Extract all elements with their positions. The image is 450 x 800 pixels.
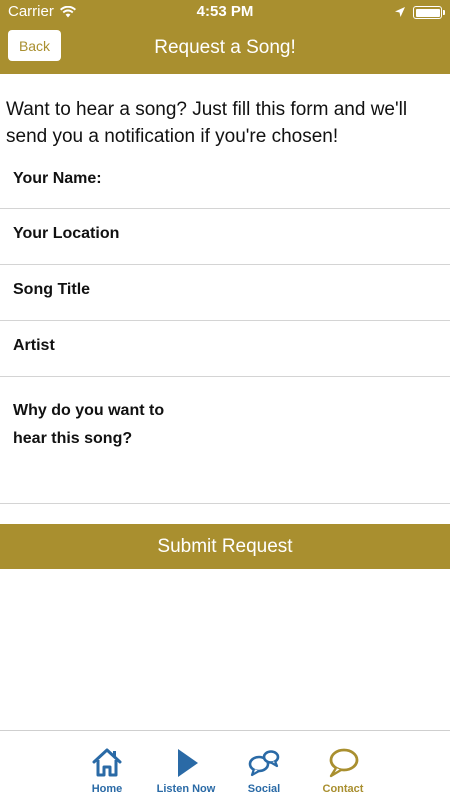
page-title: Request a Song! xyxy=(154,37,296,58)
name-field-label: Your Name: xyxy=(13,170,102,187)
tab-bar: Home Listen Now Social Contact xyxy=(0,730,450,800)
location-field-label: Your Location xyxy=(13,225,120,242)
tab-home[interactable]: Home xyxy=(67,731,147,800)
status-time: 4:53 PM xyxy=(196,3,254,20)
tab-listen-now[interactable]: Listen Now xyxy=(146,731,226,800)
tab-contact[interactable]: Contact xyxy=(303,731,383,800)
location-arrow-icon xyxy=(394,5,406,22)
tab-social[interactable]: Social xyxy=(224,731,304,800)
intro-text: Want to hear a song? Just fill this form… xyxy=(6,99,408,147)
song-title-field[interactable]: Song Title xyxy=(0,265,450,321)
tab-listen-now-label: Listen Now xyxy=(156,783,216,795)
name-field[interactable]: Your Name: xyxy=(0,152,450,209)
location-field[interactable]: Your Location xyxy=(0,209,450,265)
tab-home-label: Home xyxy=(91,783,123,795)
reason-textarea[interactable]: Why do you want to hear this song? xyxy=(0,377,450,504)
nav-header: Carrier 4:53 PM Back Request a Song! xyxy=(0,0,450,74)
battery-icon xyxy=(413,6,445,19)
tab-social-label: Social xyxy=(247,783,281,795)
reason-field-label: Why do you want to hear this song? xyxy=(13,402,165,447)
chat-bubbles-icon xyxy=(248,750,280,777)
artist-field[interactable]: Artist xyxy=(0,321,450,377)
tab-contact-label: Contact xyxy=(322,783,364,795)
status-bar: Carrier 4:53 PM xyxy=(0,0,450,24)
speech-bubble-icon xyxy=(329,748,359,778)
artist-field-label: Artist xyxy=(13,337,55,354)
submit-request-button[interactable]: Submit Request xyxy=(0,524,450,569)
song-title-field-label: Song Title xyxy=(13,281,91,298)
home-icon xyxy=(92,748,122,777)
play-icon xyxy=(178,749,198,777)
